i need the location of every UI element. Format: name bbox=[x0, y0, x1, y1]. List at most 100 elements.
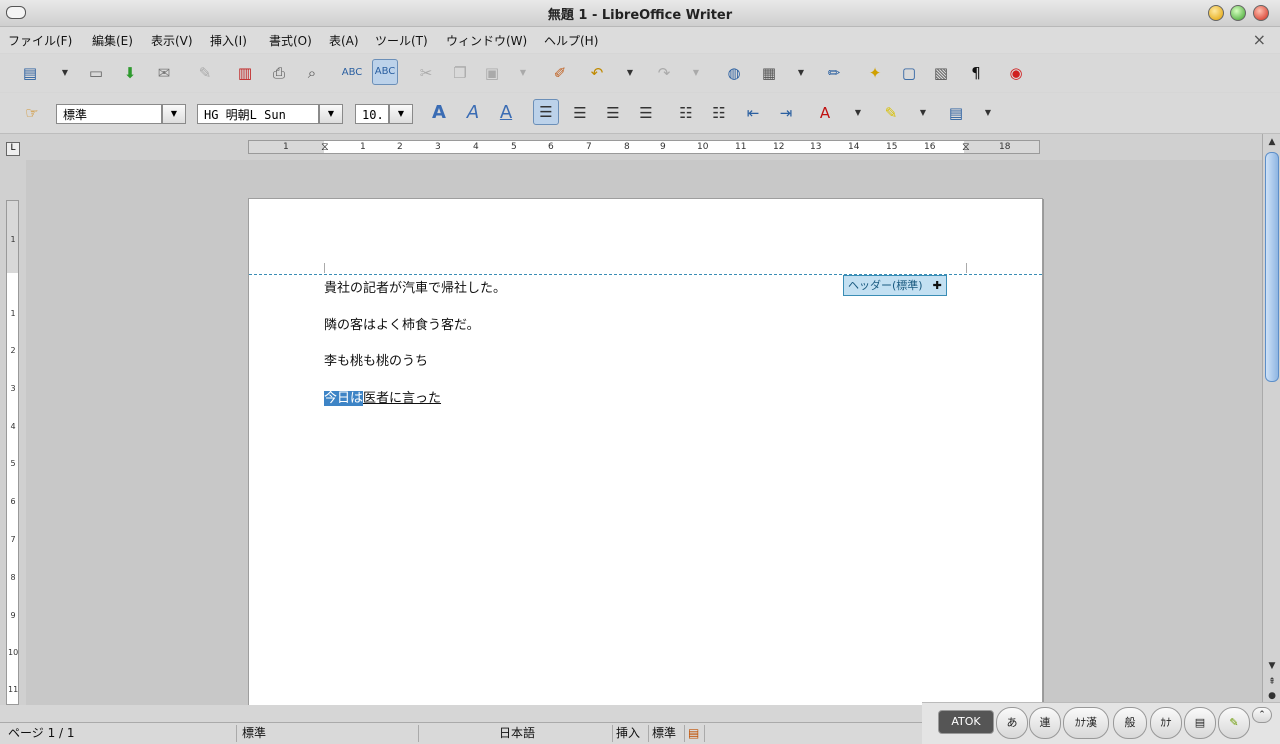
increase-indent-icon[interactable]: ⇥ bbox=[774, 101, 798, 125]
help-icon[interactable]: ◉ bbox=[1004, 61, 1028, 85]
table-dropdown-arrow-icon[interactable]: ▼ bbox=[796, 61, 806, 85]
styles-icon[interactable]: ☞ bbox=[20, 101, 44, 125]
copy-icon[interactable]: ❐ bbox=[448, 61, 472, 85]
justify-icon[interactable]: ☰ bbox=[634, 101, 658, 125]
align-right-icon[interactable]: ☰ bbox=[601, 101, 625, 125]
formatting-marks-icon[interactable]: ¶ bbox=[964, 61, 988, 85]
undo-icon[interactable]: ↶ bbox=[585, 61, 609, 85]
align-center-icon[interactable]: ☰ bbox=[568, 101, 592, 125]
bullets-icon[interactable]: ☷ bbox=[707, 101, 731, 125]
paragraph-3[interactable]: 李も桃も桃のうち bbox=[324, 350, 428, 369]
underlined-text[interactable]: 医者に言った bbox=[363, 391, 441, 406]
menu-window[interactable]: ウィンドウ(W) bbox=[446, 32, 527, 49]
align-left-icon[interactable]: ☰ bbox=[533, 99, 559, 125]
auto-spellcheck-icon[interactable]: ABC bbox=[372, 59, 398, 85]
underline-icon[interactable]: A bbox=[494, 101, 518, 125]
background-color-icon[interactable]: ▤ bbox=[944, 101, 968, 125]
close-document-icon[interactable]: × bbox=[1253, 30, 1266, 49]
save-icon[interactable]: ⬇ bbox=[118, 61, 142, 85]
ime-atok-button[interactable]: ATOK bbox=[938, 710, 994, 734]
clone-formatting-icon[interactable]: ✐ bbox=[548, 61, 572, 85]
paste-dropdown-arrow-icon[interactable]: ▼ bbox=[518, 61, 528, 85]
redo-dropdown-arrow-icon[interactable]: ▼ bbox=[691, 61, 701, 85]
new-dropdown-arrow-icon[interactable]: ▼ bbox=[60, 61, 70, 85]
insert-mode-indicator[interactable]: 挿入 bbox=[612, 725, 649, 742]
ime-kana-button[interactable]: ｶﾅ bbox=[1150, 707, 1182, 739]
background-color-dropdown-arrow-icon[interactable]: ▼ bbox=[983, 101, 993, 125]
cut-icon[interactable]: ✂ bbox=[414, 61, 438, 85]
spellcheck-icon[interactable]: ABC bbox=[340, 61, 364, 85]
paragraph-2[interactable]: 隣の客はよく柿食う客だ。 bbox=[324, 314, 480, 333]
menu-help[interactable]: ヘルプ(H) bbox=[544, 32, 598, 49]
redo-icon[interactable]: ↷ bbox=[652, 61, 676, 85]
menu-tools[interactable]: ツール(T) bbox=[375, 32, 428, 49]
open-folder-icon[interactable]: ▭ bbox=[84, 61, 108, 85]
font-size-combo[interactable]: 10. bbox=[355, 104, 389, 124]
selection-mode-indicator[interactable]: 標準 bbox=[648, 725, 685, 742]
font-size-dropdown-icon[interactable]: ▼ bbox=[389, 104, 413, 124]
page-indicator[interactable]: ページ 1 / 1 bbox=[4, 725, 237, 742]
print-icon[interactable]: ⎙ bbox=[267, 61, 291, 85]
scroll-up-icon[interactable]: ▲ bbox=[1265, 136, 1279, 148]
paragraph-1[interactable]: 貴社の記者が汽車で帰社した。 bbox=[324, 277, 506, 296]
menu-view[interactable]: 表示(V) bbox=[151, 32, 193, 49]
paragraph-4[interactable]: 今日は医者に言った bbox=[324, 387, 441, 406]
previous-page-icon[interactable]: ⇞ bbox=[1265, 676, 1279, 688]
left-indent-marker-icon[interactable]: ⧖ bbox=[321, 141, 329, 153]
scroll-down-icon[interactable]: ▼ bbox=[1265, 660, 1279, 672]
ime-general-button[interactable]: 般 bbox=[1113, 707, 1147, 739]
font-name-combo[interactable]: HG 明朝L Sun bbox=[197, 104, 319, 124]
scrollbar-thumb[interactable] bbox=[1265, 152, 1279, 382]
add-header-plus-icon[interactable]: ✚ bbox=[933, 279, 942, 292]
gallery-icon[interactable]: ▢ bbox=[897, 61, 921, 85]
bold-icon[interactable]: A bbox=[427, 101, 451, 125]
maximize-button[interactable] bbox=[1230, 5, 1246, 21]
highlight-dropdown-arrow-icon[interactable]: ▼ bbox=[918, 101, 928, 125]
navigator-icon[interactable]: ✦ bbox=[863, 61, 887, 85]
new-document-icon[interactable]: ▤ bbox=[18, 61, 42, 85]
paste-icon[interactable]: ▣ bbox=[480, 61, 504, 85]
font-name-dropdown-icon[interactable]: ▼ bbox=[319, 104, 343, 124]
document-area[interactable]: ヘッダー(標準) ✚ 貴社の記者が汽車で帰社した。 隣の客はよく柿食う客だ。 李も… bbox=[26, 160, 1262, 705]
mail-icon[interactable]: ✉ bbox=[152, 61, 176, 85]
ime-menu-icon[interactable]: ▤ bbox=[1184, 707, 1216, 739]
vertical-scrollbar[interactable]: ▲ ▼ ⇞ ● bbox=[1262, 134, 1280, 705]
export-pdf-icon[interactable]: ▥ bbox=[233, 61, 257, 85]
paragraph-style-combo[interactable]: 標準 bbox=[56, 104, 162, 124]
font-color-icon[interactable]: A bbox=[813, 101, 837, 125]
menu-table[interactable]: 表(A) bbox=[329, 32, 359, 49]
tab-type-icon[interactable]: L bbox=[6, 142, 20, 156]
italic-icon[interactable]: A bbox=[461, 101, 485, 125]
ime-kana-kanji-button[interactable]: ｶﾅ漢 bbox=[1063, 707, 1109, 739]
print-preview-icon[interactable]: ⌕ bbox=[300, 61, 324, 85]
navigation-icon[interactable]: ● bbox=[1265, 690, 1279, 702]
show-draw-functions-icon[interactable]: ✏ bbox=[822, 61, 846, 85]
highlight-icon[interactable]: ✎ bbox=[879, 101, 903, 125]
table-icon[interactable]: ▦ bbox=[757, 61, 781, 85]
right-indent-marker-icon[interactable]: ⧖ bbox=[962, 141, 970, 153]
ime-collapse-icon[interactable]: ⌃ bbox=[1252, 707, 1272, 723]
undo-dropdown-arrow-icon[interactable]: ▼ bbox=[625, 61, 635, 85]
minimize-button[interactable] bbox=[1208, 5, 1224, 21]
ime-hiragana-button[interactable]: あ bbox=[996, 707, 1028, 739]
data-sources-icon[interactable]: ▧ bbox=[929, 61, 953, 85]
horizontal-ruler[interactable]: 1 ⧖ 1 2 3 4 5 6 7 8 9 10 11 12 13 14 15 … bbox=[248, 140, 1040, 154]
hyperlink-icon[interactable]: ◍ bbox=[722, 61, 746, 85]
menu-insert[interactable]: 挿入(I) bbox=[210, 32, 247, 49]
font-color-dropdown-arrow-icon[interactable]: ▼ bbox=[853, 101, 863, 125]
menu-file[interactable]: ファイル(F) bbox=[8, 32, 72, 49]
language-indicator[interactable]: 日本語 bbox=[418, 725, 613, 742]
paragraph-style-dropdown-icon[interactable]: ▼ bbox=[162, 104, 186, 124]
vertical-ruler[interactable]: 1 1 2 3 4 5 6 7 8 9 10 11 bbox=[6, 200, 19, 705]
ime-conversion-button[interactable]: 連 bbox=[1029, 707, 1061, 739]
document-page[interactable]: ヘッダー(標準) ✚ 貴社の記者が汽車で帰社した。 隣の客はよく柿食う客だ。 李も… bbox=[248, 198, 1043, 705]
numbering-icon[interactable]: ☷ bbox=[674, 101, 698, 125]
ime-memo-icon[interactable]: ✎ bbox=[1218, 707, 1250, 739]
decrease-indent-icon[interactable]: ⇤ bbox=[741, 101, 765, 125]
selected-text[interactable]: 今日は bbox=[324, 391, 364, 406]
close-window-button[interactable] bbox=[1253, 5, 1269, 21]
menu-edit[interactable]: 編集(E) bbox=[92, 32, 133, 49]
edit-file-icon[interactable]: ✎ bbox=[193, 61, 217, 85]
header-tag-button[interactable]: ヘッダー(標準) ✚ bbox=[843, 275, 947, 296]
menu-format[interactable]: 書式(O) bbox=[269, 32, 312, 49]
